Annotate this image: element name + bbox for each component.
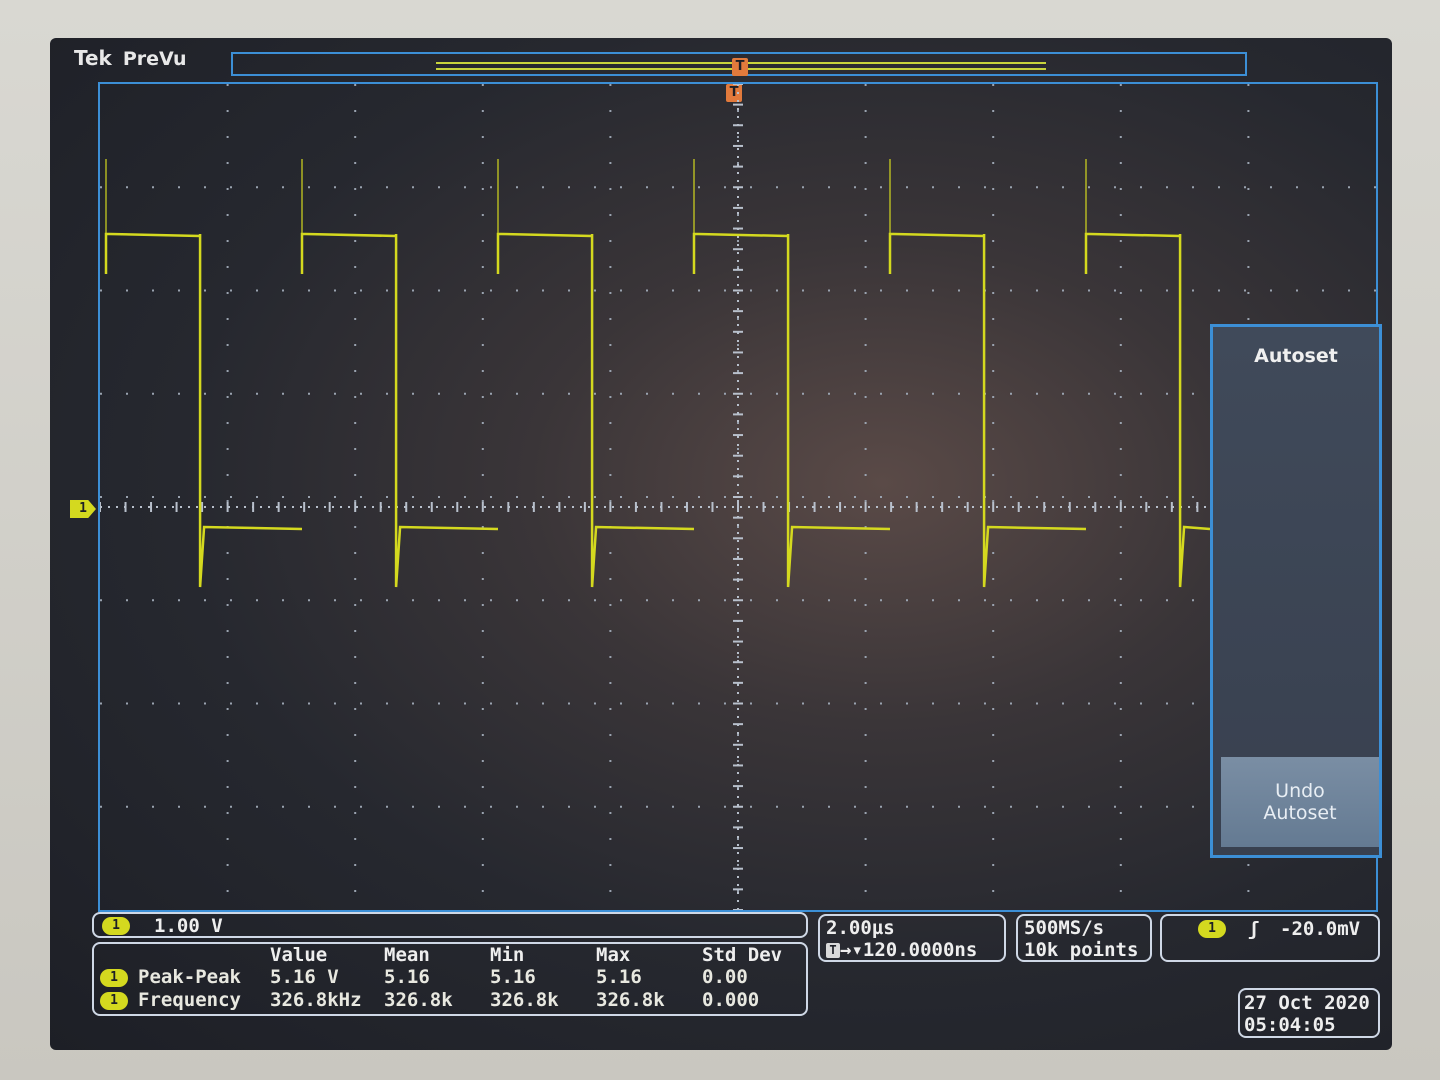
brand-mode: PreVu — [122, 48, 187, 70]
date-time-readout: 27 Oct 2020 05:04:05 — [1238, 988, 1380, 1038]
meas-row-badge: 1 — [100, 969, 128, 987]
trigger-readout[interactable]: 1 ʃ -20.0mV — [1160, 914, 1380, 962]
date: 27 Oct 2020 — [1244, 992, 1370, 1014]
meas-cell: 5.16 V — [270, 966, 339, 988]
meas-header-stddev: Std Dev — [702, 944, 783, 966]
meas-cell: 326.8kHz — [270, 989, 362, 1011]
trigger-level: -20.0mV — [1280, 918, 1361, 940]
undo-autoset-button[interactable]: Undo Autoset — [1221, 757, 1379, 847]
graticule — [98, 82, 1378, 912]
oscilloscope-screen: Tek PreVu T T 1 Autoset Undo Autoset 1 1… — [50, 38, 1392, 1050]
channel-scale-readout[interactable]: 1 1.00 V — [92, 912, 808, 938]
meas-cell: 5.16 — [596, 966, 642, 988]
sample-rate: 500MS/s — [1024, 917, 1105, 939]
meas-row-name: Peak-Peak — [138, 966, 241, 988]
trigger-position-marker-top: T — [732, 58, 748, 76]
meas-cell: 326.8k — [490, 989, 559, 1011]
meas-cell: 326.8k — [596, 989, 665, 1011]
meas-row-badge: 1 — [100, 992, 128, 1010]
meas-cell: 0.000 — [702, 989, 760, 1011]
channel-badge: 1 — [102, 917, 130, 935]
horizontal-position-value: →▾120.0000ns — [840, 939, 978, 961]
trigger-source-badge: 1 — [1198, 920, 1226, 938]
waveform-display — [100, 84, 1376, 910]
side-menu-title: Autoset — [1254, 345, 1338, 367]
measurement-table: Value Mean Min Max Std Dev 1 Peak-Peak 5… — [92, 942, 808, 1016]
channel-1-ground-marker[interactable]: 1 — [70, 500, 96, 518]
horizontal-position: T →▾120.0000ns — [826, 938, 977, 962]
meas-cell: 0.00 — [702, 966, 748, 988]
meas-cell: 5.16 — [384, 966, 430, 988]
brand-logo: Tek — [74, 46, 112, 70]
record-length: 10k points — [1024, 939, 1139, 961]
waveform-trace — [104, 232, 1211, 588]
meas-cell: 5.16 — [490, 966, 536, 988]
horizontal-scale: 2.00µs — [826, 917, 895, 939]
timebase-readout[interactable]: 2.00µs T →▾120.0000ns — [818, 914, 1006, 962]
time: 05:04:05 — [1244, 1014, 1336, 1036]
rising-edge-icon: ʃ — [1248, 918, 1260, 940]
brand-label: Tek PreVu — [74, 46, 187, 70]
meas-header-min: Min — [490, 944, 525, 966]
meas-row-name: Frequency — [138, 989, 241, 1011]
meas-header-max: Max — [596, 944, 631, 966]
side-menu: Autoset Undo Autoset — [1210, 324, 1382, 858]
meas-header-mean: Mean — [384, 944, 430, 966]
trigger-badge: T — [826, 943, 840, 958]
meas-header-value: Value — [270, 944, 328, 966]
channel-scale: 1.00 V — [154, 915, 223, 937]
meas-cell: 326.8k — [384, 989, 453, 1011]
acquisition-readout[interactable]: 500MS/s 10k points — [1016, 914, 1152, 962]
